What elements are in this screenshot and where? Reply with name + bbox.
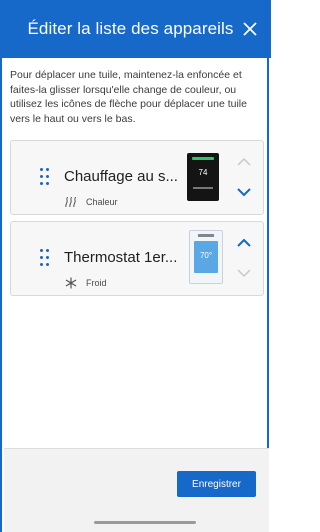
thermostat-thumbnail: 70° (189, 230, 223, 284)
move-down-arrow-icon[interactable] (235, 267, 253, 279)
move-up-arrow-icon[interactable] (235, 156, 253, 168)
snowflake-icon (65, 277, 77, 289)
close-icon[interactable] (239, 18, 261, 40)
save-button[interactable]: Enregistrer (177, 471, 256, 497)
dialog-title: Éditer la liste des appareils (27, 19, 234, 38)
device-tile-chauffage[interactable]: Chauffage au s... Chaleur 74 (10, 140, 264, 215)
device-mode: Chaleur (64, 196, 118, 208)
dialog-footer: Enregistrer (4, 448, 269, 532)
dialog-header: Éditer la liste des appareils (2, 0, 271, 58)
drag-handle-icon[interactable] (40, 168, 50, 186)
drag-handle-icon[interactable] (40, 249, 50, 267)
mode-label: Froid (86, 278, 107, 288)
move-down-arrow-icon[interactable] (235, 186, 253, 198)
device-tile-thermostat[interactable]: Thermostat 1er... Froid 70° (10, 221, 264, 296)
home-indicator (94, 521, 196, 524)
heat-icon (65, 196, 76, 208)
instructions-text: Pour déplacer une tuile, maintenez-la en… (10, 69, 247, 125)
device-name: Chauffage au s... (64, 168, 178, 185)
device-mode: Froid (64, 277, 107, 289)
move-up-arrow-icon[interactable] (235, 237, 253, 249)
device-name: Thermostat 1er... (64, 249, 178, 266)
thermostat-thumbnail: 74 (187, 153, 219, 201)
dialog-frame: Éditer la liste des appareils Pour dépla… (0, 0, 271, 532)
mode-label: Chaleur (86, 197, 118, 207)
